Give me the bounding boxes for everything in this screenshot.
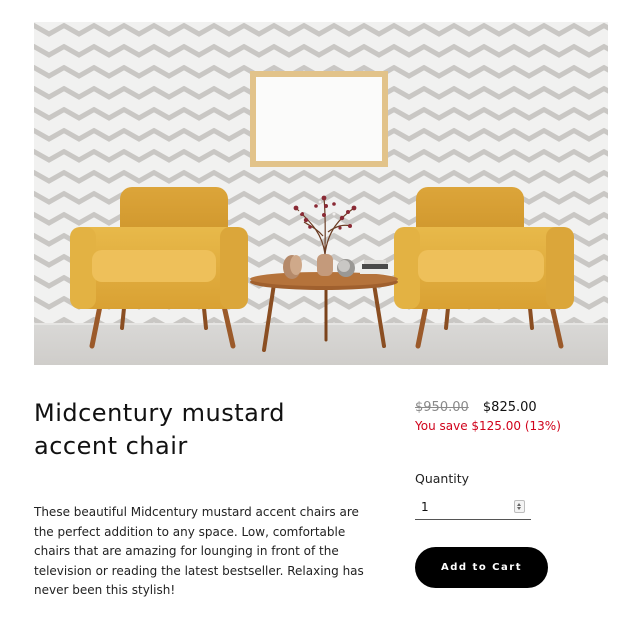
sale-price: $825.00 — [482, 400, 537, 415]
product-image — [34, 22, 608, 365]
original-price: $950.00 — [415, 400, 469, 415]
product-title: Midcentury mustard accent chair — [34, 399, 285, 460]
spinner-icon[interactable] — [514, 500, 525, 513]
quantity-label: Quantity — [415, 471, 470, 486]
quantity-stepper[interactable] — [415, 496, 531, 520]
price-row: $950.00 $825.00 — [415, 399, 615, 416]
price-block: $950.00 $825.00 You save $125.00 (13%) — [415, 399, 615, 434]
add-to-cart-button[interactable]: Add to Cart — [415, 547, 548, 588]
savings-text: You save $125.00 (13%) — [415, 419, 561, 433]
chevron-up-icon[interactable] — [517, 503, 521, 506]
chevron-down-icon[interactable] — [517, 507, 521, 510]
product-description: These beautiful Midcentury mustard accen… — [34, 505, 364, 597]
quantity-input[interactable] — [415, 496, 511, 518]
